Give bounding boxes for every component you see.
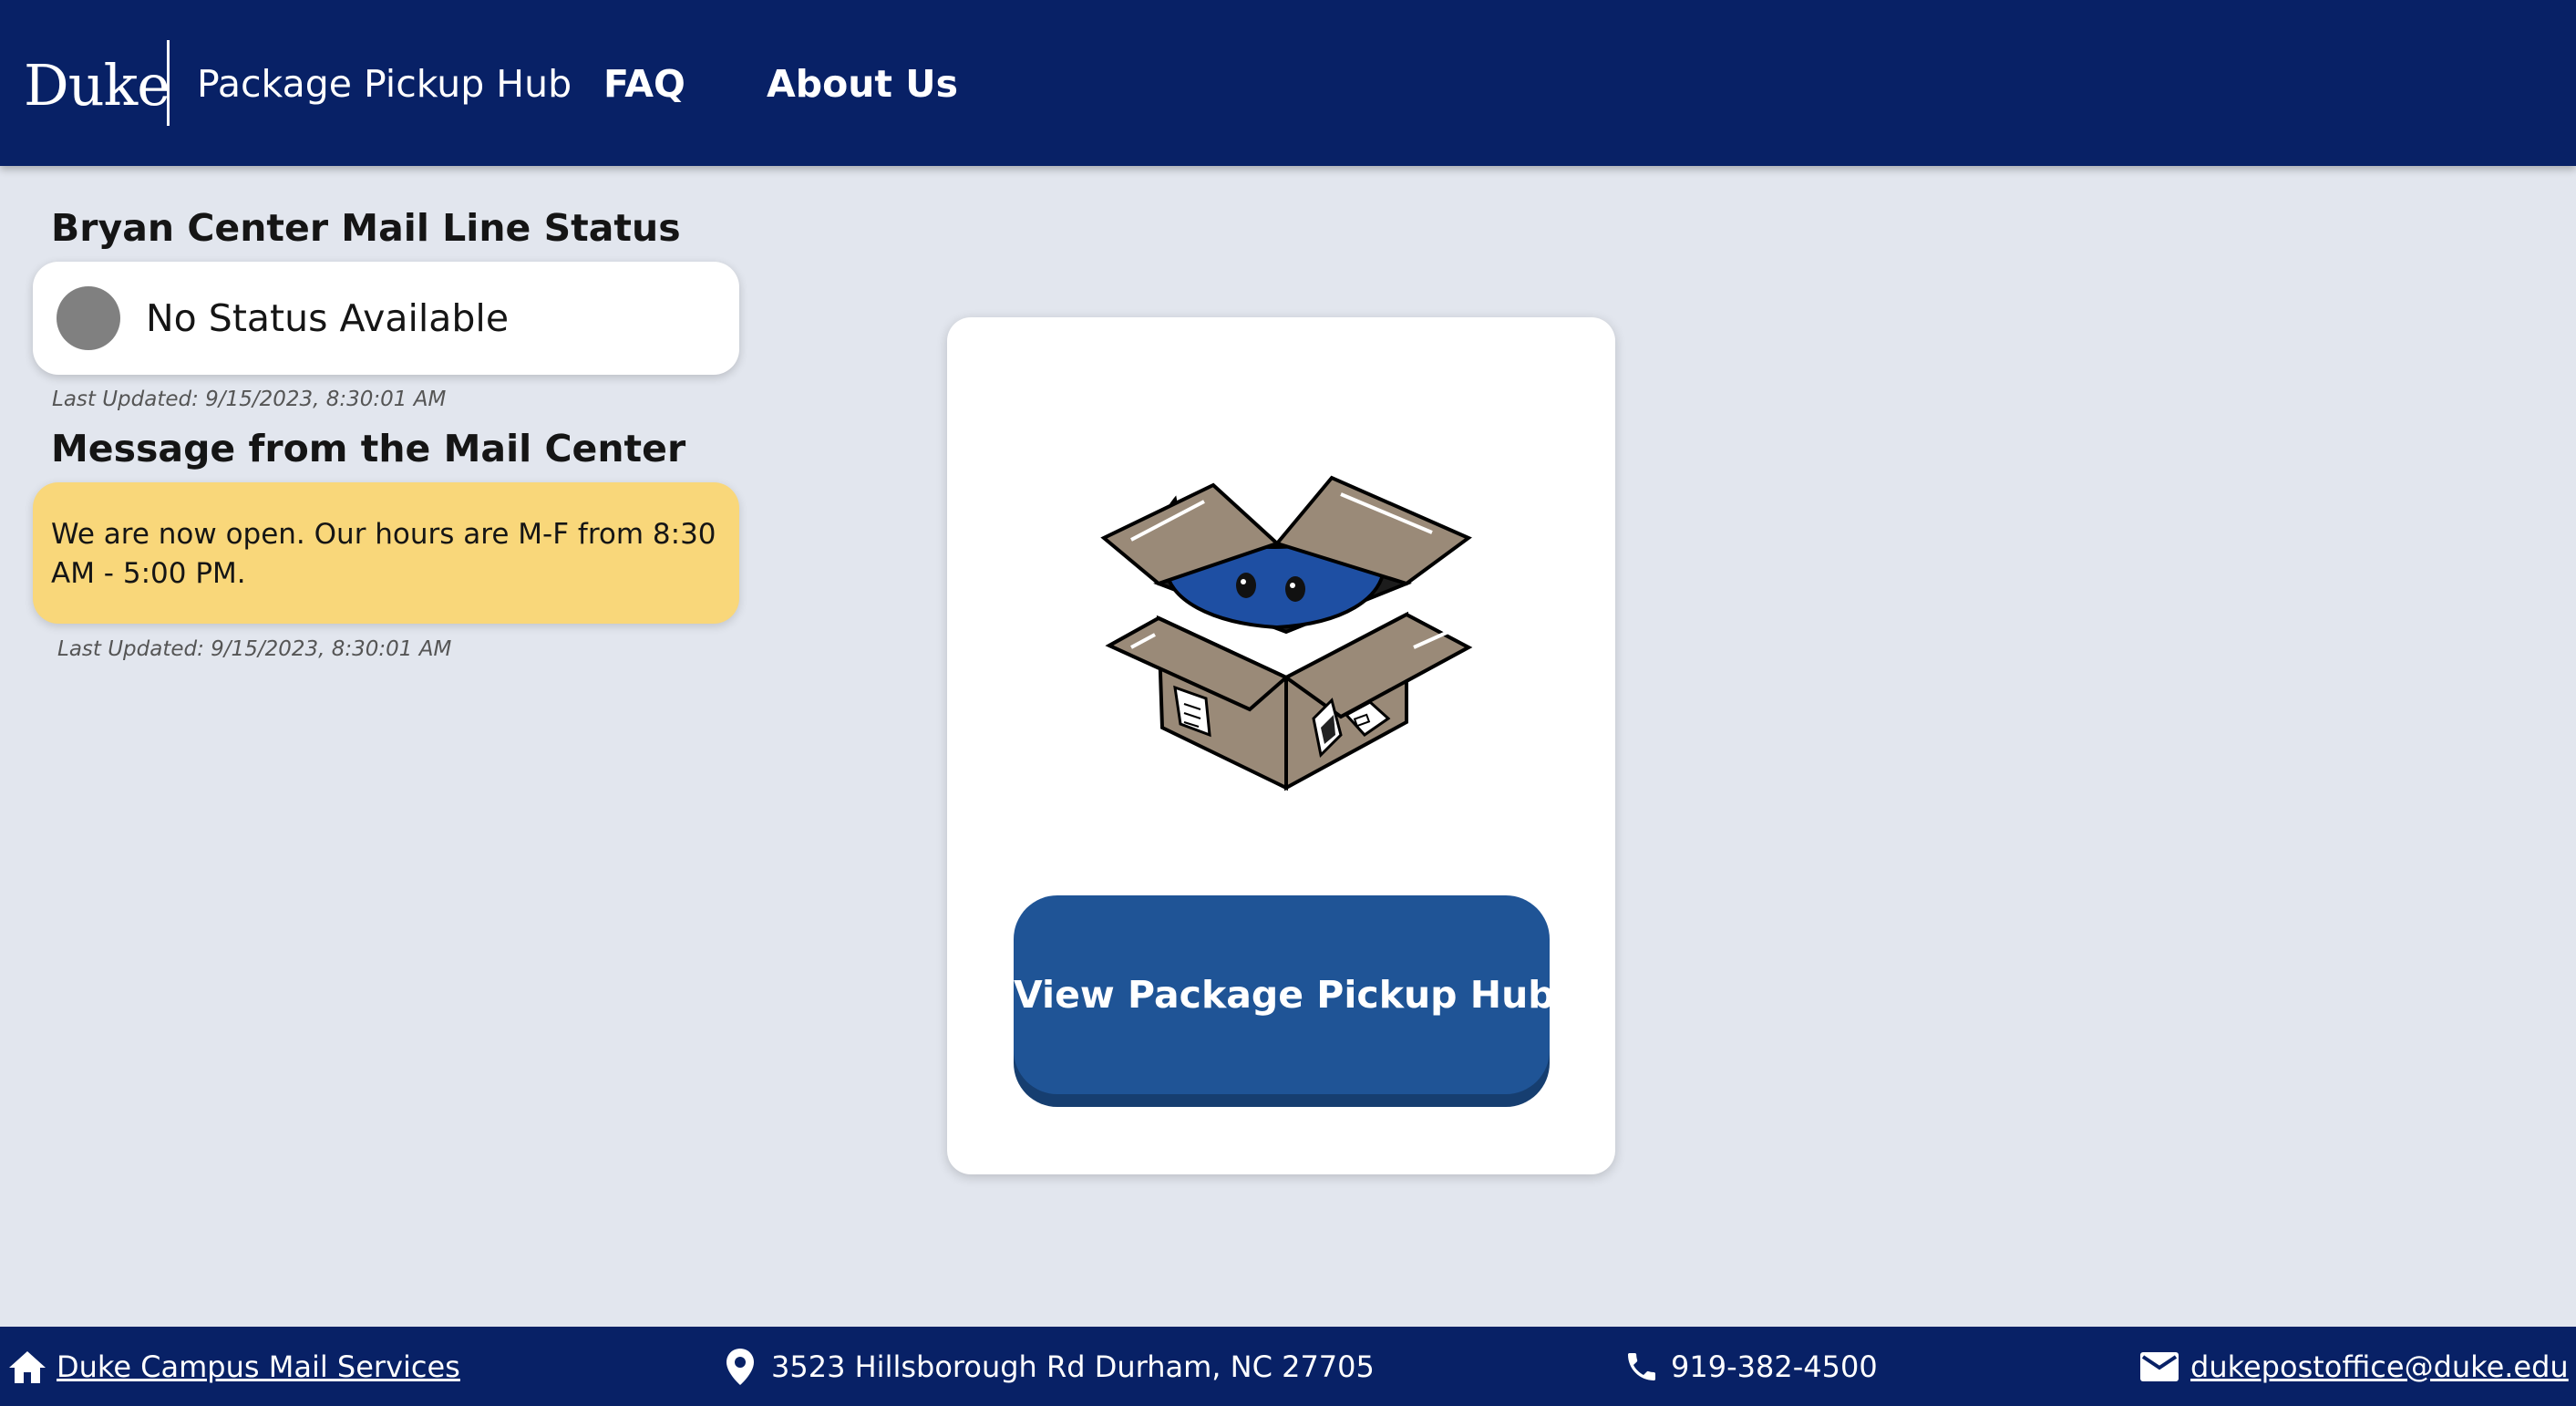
mail-center-message-text: We are now open. Our hours are M-F from … xyxy=(51,518,716,590)
footer-address: 3523 Hillsborough Rd Durham, NC 27705 xyxy=(771,1349,1375,1384)
footer-phone: 919-382-4500 xyxy=(1671,1349,1878,1384)
line-status-card: No Status Available xyxy=(33,262,739,375)
location-pin-icon xyxy=(726,1348,754,1385)
footer-address-item: 3523 Hillsborough Rd Durham, NC 27705 xyxy=(726,1327,1375,1406)
duke-logo[interactable]: Duke xyxy=(24,49,170,122)
top-header: Duke Package Pickup Hub FAQ About Us xyxy=(0,0,2576,166)
status-last-updated: Last Updated: 9/15/2023, 8:30:01 AM xyxy=(52,388,447,411)
mail-center-message-card: We are now open. Our hours are M-F from … xyxy=(33,482,739,624)
mail-icon xyxy=(2140,1351,2179,1381)
line-status-heading: Bryan Center Mail Line Status xyxy=(51,206,681,250)
blue-devil-in-box-icon xyxy=(1100,475,1473,791)
mail-center-message-heading: Message from the Mail Center xyxy=(51,427,686,470)
logo-divider xyxy=(167,40,170,126)
site-name-link[interactable]: Package Pickup Hub xyxy=(197,57,572,111)
footer: Duke Campus Mail Services 3523 Hillsboro… xyxy=(0,1327,2576,1406)
footer-email-link[interactable]: dukepostoffice@duke.edu xyxy=(2190,1349,2569,1384)
message-last-updated: Last Updated: 9/15/2023, 8:30:01 AM xyxy=(57,637,452,661)
home-icon xyxy=(9,1350,46,1383)
mail-services-link[interactable]: Duke Campus Mail Services xyxy=(57,1349,460,1384)
status-indicator-dot xyxy=(57,286,120,350)
footer-phone-item: 919-382-4500 xyxy=(1623,1327,1878,1406)
status-text: No Status Available xyxy=(146,296,510,340)
footer-email-item: dukepostoffice@duke.edu xyxy=(2139,1327,2569,1406)
footer-home-item: Duke Campus Mail Services xyxy=(7,1327,460,1406)
package-hub-card: View Package Pickup Hub xyxy=(947,317,1615,1174)
nav-about-link[interactable]: About Us xyxy=(767,57,958,111)
nav-faq-link[interactable]: FAQ xyxy=(603,57,685,111)
view-package-hub-button[interactable]: View Package Pickup Hub xyxy=(1014,895,1555,1094)
phone-icon xyxy=(1628,1352,1655,1380)
